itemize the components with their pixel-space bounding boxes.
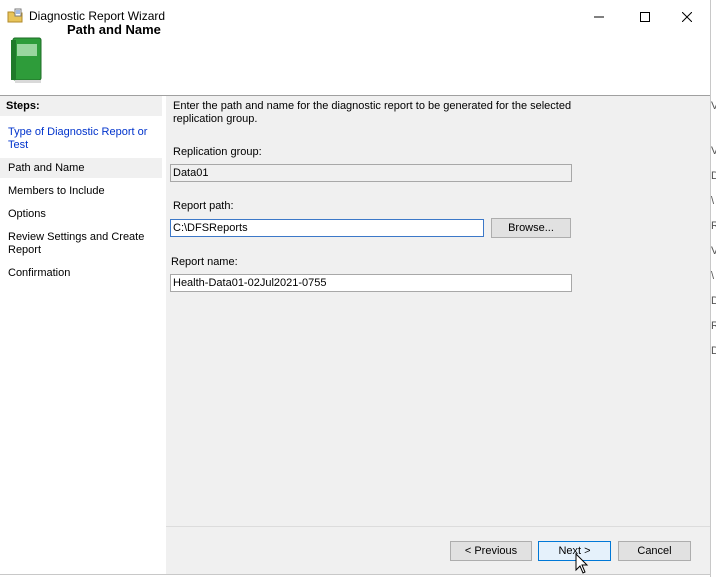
main-pane xyxy=(166,96,710,526)
step-review-settings[interactable]: Review Settings and Create Report xyxy=(8,231,153,257)
background-edge-glyph: R xyxy=(711,220,716,232)
mouse-cursor-icon xyxy=(575,552,589,575)
close-button[interactable] xyxy=(664,0,710,33)
report-path-input[interactable]: C:\DFSReports xyxy=(170,219,484,237)
background-edge-glyph: D xyxy=(711,170,716,182)
instructions-text: Enter the path and name for the diagnost… xyxy=(173,100,572,125)
background-edge-glyph: V xyxy=(711,245,716,257)
minimize-button[interactable] xyxy=(576,0,622,33)
report-name-input[interactable]: Health-Data01-02Jul2021-0755 xyxy=(170,274,572,292)
previous-button[interactable]: < Previous xyxy=(450,541,532,561)
background-edge-glyph: \ xyxy=(711,270,715,282)
background-edge-glyph: V xyxy=(711,145,716,157)
report-path-label: Report path: xyxy=(173,200,234,212)
report-name-label: Report name: xyxy=(171,256,238,268)
replication-group-label: Replication group: xyxy=(173,146,262,158)
background-edge-glyph: V xyxy=(711,100,716,112)
step-members-to-include[interactable]: Members to Include xyxy=(8,185,153,198)
green-book-icon xyxy=(9,36,45,84)
window-title: Diagnostic Report Wizard xyxy=(29,9,166,23)
step-type-of-report[interactable]: Type of Diagnostic Report or Test xyxy=(8,126,153,152)
minimize-icon xyxy=(594,16,604,17)
maximize-button[interactable] xyxy=(622,0,668,33)
window-border-bottom xyxy=(0,574,711,575)
background-edge-glyph: D xyxy=(711,345,716,357)
close-icon xyxy=(682,11,692,22)
maximize-icon xyxy=(640,11,650,22)
background-window-edge xyxy=(711,0,716,577)
wizard-header xyxy=(0,33,710,95)
step-confirmation[interactable]: Confirmation xyxy=(8,267,153,280)
step-path-and-name[interactable]: Path and Name xyxy=(0,158,162,178)
background-edge-glyph: R xyxy=(711,320,716,332)
browse-button[interactable]: Browse... xyxy=(491,218,571,238)
background-edge-glyph: \ xyxy=(711,195,715,207)
steps-label: Steps: xyxy=(6,100,40,112)
step-path-and-name-label: Path and Name xyxy=(8,162,85,174)
replication-group-field: Data01 xyxy=(170,164,572,182)
cancel-button[interactable]: Cancel xyxy=(618,541,691,561)
folder-report-icon xyxy=(7,8,23,24)
background-edge-glyph: D xyxy=(711,295,716,307)
step-options[interactable]: Options xyxy=(8,208,153,221)
page-title: Path and Name xyxy=(67,22,161,37)
